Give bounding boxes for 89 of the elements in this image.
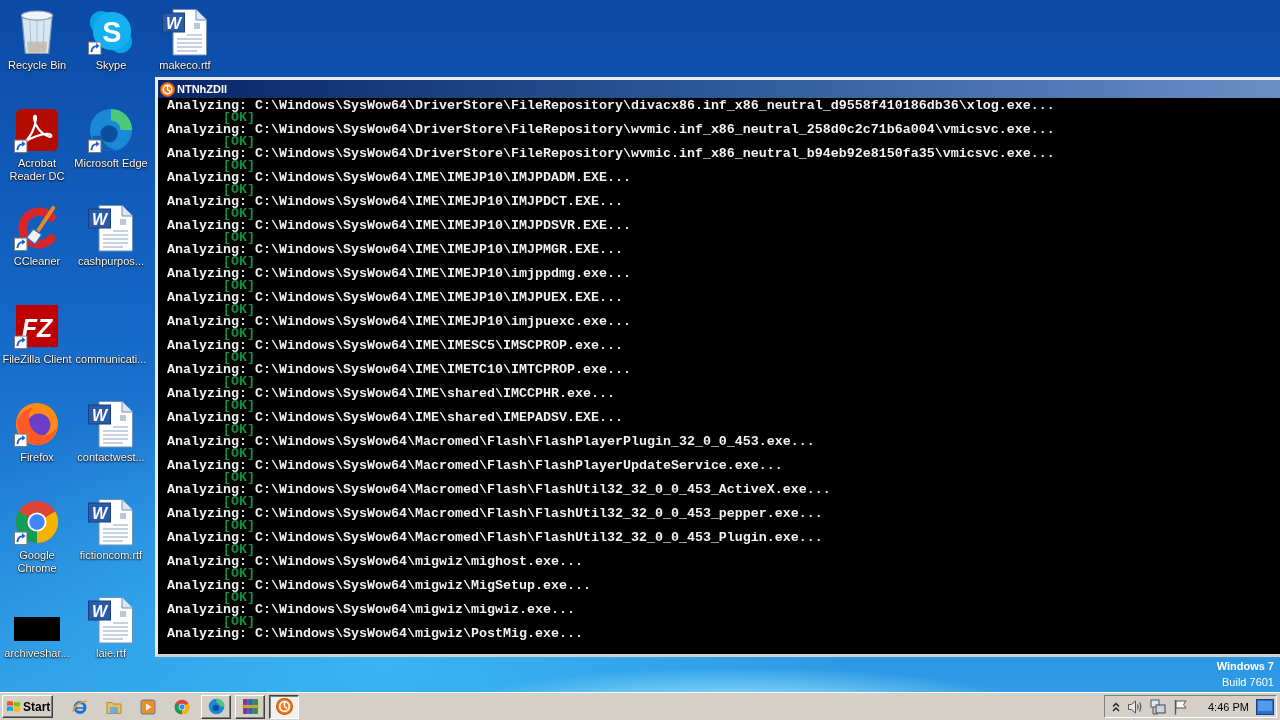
media-player-icon[interactable] <box>140 698 156 715</box>
shortcut-arrow-icon <box>14 433 28 447</box>
log-line: Analyzing: C:\Windows\SysWow64\IME\IMEJP10\IMJPMGR.EXE... <box>167 244 623 256</box>
shortcut-arrow-icon <box>14 531 28 545</box>
shortcut-arrow-icon <box>88 139 102 153</box>
ok-status: [OK] <box>223 184 255 196</box>
ok-status: [OK] <box>223 280 255 292</box>
edge-icon <box>207 698 225 715</box>
acrobat-icon[interactable] <box>14 107 60 153</box>
edge-icon[interactable] <box>88 107 134 153</box>
os-build-text: Build 7601 <box>1222 675 1274 690</box>
speaker-icon[interactable] <box>1127 698 1143 715</box>
os-edition-text: Windows 7 <box>1216 659 1274 674</box>
log-line: Analyzing: C:\Windows\SysWow64\migwiz\mighost.exe... <box>167 556 583 568</box>
log-line: Analyzing: C:\Windows\SysWow64\IME\IMETC10\IMTCPROP.exe... <box>167 364 631 376</box>
log-line: Analyzing: C:\Windows\SysWow64\IME\IMEJP10\imjppdmg.exe... <box>167 268 631 280</box>
log-line: Analyzing: C:\Windows\SysWow64\IME\IMEJP10\IMJPDSVR.EXE... <box>167 220 631 232</box>
ok-status: [OK] <box>223 472 255 484</box>
shortcut-arrow-icon <box>14 237 28 251</box>
network-icon[interactable] <box>1150 698 1166 715</box>
log-line: Analyzing: C:\Windows\SysWow64\DriverStore\FileRepository\wvmic.inf_x86_neutral_b94eb92e8150fa35\vmicsvc.exe... <box>167 148 1055 160</box>
ok-status: [OK] <box>223 496 255 508</box>
log-line: Analyzing: C:\Windows\SysWow64\IME\IMEJP10\IMJPDADM.EXE... <box>167 172 631 184</box>
ok-status: [OK] <box>223 304 255 316</box>
start-logo-icon <box>5 699 22 714</box>
log-line: Analyzing: C:\Windows\SysWow64\Macromed\Flash\FlashUtil32_32_0_0_453_ActiveX.exe... <box>167 484 831 496</box>
ok-status: [OK] <box>223 544 255 556</box>
ok-status: [OK] <box>223 328 255 340</box>
icon-label[interactable]: communicati... <box>74 353 148 366</box>
shortcut-arrow-icon <box>88 41 102 55</box>
log-line: Analyzing: C:\Windows\SysWow64\IME\IMEJP10\IMJPUEX.EXE... <box>167 292 623 304</box>
icon-label[interactable]: makeco.rtf <box>158 59 212 72</box>
log-line: Analyzing: C:\Windows\SysWow64\Macromed\Flash\FlashUtil32_32_0_0_453_Plugin.exe... <box>167 532 823 544</box>
ok-status: [OK] <box>223 160 255 172</box>
ok-status: [OK] <box>223 232 255 244</box>
log-line: Analyzing: C:\Windows\SysWow64\DriverStore\FileRepository\wvmic.inf_x86_neutral_258d0c2c71b6a004\vmicsvc.exe... <box>167 124 1055 136</box>
icon-label[interactable]: CCleaner <box>12 255 62 268</box>
monitor-icon[interactable] <box>1256 698 1274 715</box>
icon-label[interactable]: cashpurpos... <box>76 255 145 268</box>
icon-label[interactable]: Microsoft Edge <box>73 157 149 170</box>
log-line: Analyzing: C:\Windows\SysWow64\IME\IMESC5\IMSCPROP.exe... <box>167 340 623 352</box>
ok-status: [OK] <box>223 136 255 148</box>
app-icon <box>160 81 175 97</box>
ok-status: [OK] <box>223 592 255 604</box>
icon-label[interactable]: Firefox <box>19 451 55 464</box>
ok-status: [OK] <box>223 568 255 580</box>
ok-status: [OK] <box>223 448 255 460</box>
chrome-icon[interactable] <box>174 698 190 715</box>
ok-status: [OK] <box>223 400 255 412</box>
window-title: NTNhZDll <box>177 83 228 95</box>
icon-label[interactable]: contactwest... <box>76 451 146 464</box>
ok-status: [OK] <box>223 112 255 124</box>
icon-label[interactable]: Acrobat Reader DC <box>0 157 76 183</box>
browser-icon[interactable] <box>72 698 88 715</box>
ok-status: [OK] <box>223 208 255 220</box>
filezilla-icon[interactable]: FZ <box>14 303 60 349</box>
log-line: Analyzing: C:\Windows\SysWow64\Macromed\Flash\FlashPlayerUpdateService.exe... <box>167 460 783 472</box>
archive-books-icon <box>241 698 259 715</box>
app-icon <box>275 698 293 715</box>
icon-label[interactable]: Skype <box>94 59 128 72</box>
log-line: Analyzing: C:\Windows\SysWow64\migwiz\PostMig.exe... <box>167 628 583 640</box>
log-line: Analyzing: C:\Windows\SysWow64\IME\shared\IMEPADSV.EXE... <box>167 412 623 424</box>
ok-status: [OK] <box>223 424 255 436</box>
log-line: Analyzing: C:\Windows\SysWow64\Macromed\Flash\FlashUtil32_32_0_0_453_pepper.exe... <box>167 508 823 520</box>
chevron-icon[interactable] <box>1112 700 1120 713</box>
log-line: Analyzing: C:\Windows\SysWow64\IME\IMEJP10\imjpuexc.exe... <box>167 316 631 328</box>
chrome-icon[interactable] <box>14 499 60 545</box>
log-line: Analyzing: C:\Windows\SysWow64\DriverStore\FileRepository\divacx86.inf_x86_neutral_d9558f410186db36\xlog.exe... <box>167 100 1055 112</box>
log-line: Analyzing: C:\Windows\SysWow64\IME\IMEJP10\IMJPDCT.EXE... <box>167 196 623 208</box>
icon-label[interactable]: FileZilla Client <box>1 353 73 366</box>
recycle-bin-icon[interactable] <box>20 10 54 54</box>
shortcut-arrow-icon <box>14 335 28 349</box>
icon-label[interactable]: Recycle Bin <box>6 59 68 72</box>
ok-status: [OK] <box>223 616 255 628</box>
log-line: Analyzing: C:\Windows\SysWow64\migwiz\MigSetup.exe... <box>167 580 591 592</box>
ok-status: [OK] <box>223 520 255 532</box>
taskbar-button[interactable] <box>269 694 299 719</box>
ok-status: [OK] <box>223 376 255 388</box>
flag-icon[interactable] <box>1173 698 1189 715</box>
ok-status: [OK] <box>223 352 255 364</box>
firefox-icon[interactable] <box>14 401 60 447</box>
log-line: Analyzing: C:\Windows\SysWow64\IME\shared\IMCCPHR.exe... <box>167 388 615 400</box>
image-thumbnail-icon[interactable] <box>14 617 60 641</box>
shortcut-arrow-icon <box>14 139 28 153</box>
start-button[interactable]: Start <box>2 695 53 718</box>
ok-status: [OK] <box>223 256 255 268</box>
log-line: Analyzing: C:\Windows\SysWow64\Macromed\Flash\FlashPlayerPlugin_32_0_0_453.exe... <box>167 436 815 448</box>
clock-time[interactable]: 4:46 PM <box>1208 700 1249 713</box>
log-line: Analyzing: C:\Windows\SysWow64\migwiz\migwiz.exe... <box>167 604 575 616</box>
